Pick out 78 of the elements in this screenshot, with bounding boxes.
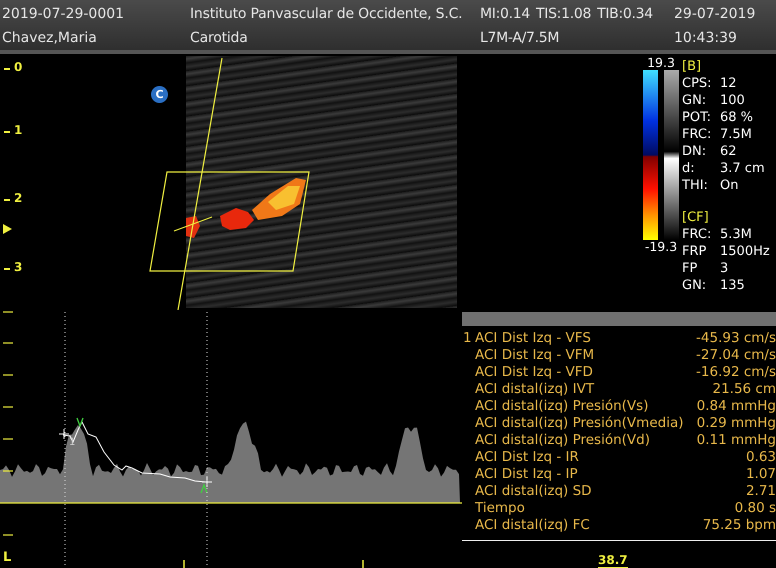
mode-badge: C [151,86,168,103]
parameter-label: d: [682,160,696,177]
measurement-label: ACI distal(izq) Presión(Vmedia) [475,414,684,432]
measurement-label: ACI distal(izq) Presión(Vs) [475,398,648,415]
measurement-value: 0.80 s [734,500,776,517]
measurement-value: 2.71 [746,482,776,500]
depth-tick [4,199,10,201]
section-title: [CF] [682,209,710,226]
measurement-label: ACI Dist Izq - IR [475,448,579,466]
measurement-label: ACI Dist Izq - VFS [475,330,591,347]
probe-name: L7M-A/7.5M [480,30,560,46]
sweep-scale-value: 38.7 [598,553,628,568]
measurement-value: -16.92 cm/s [696,364,776,381]
mi-value: MI:0.14 [480,6,530,22]
measurement-value: 21.56 cm [712,380,776,398]
parameter-label: DN: [682,143,708,160]
parameter-value: 5.3M [720,226,752,243]
parameter-value: 3.7 cm [720,160,765,177]
tis-value: TIS:1.08 [536,6,592,22]
focus-marker-icon [3,224,12,234]
measurement-value: -45.93 cm/s [696,330,776,347]
parameter-value: 7.5M [720,126,752,143]
section-title: [B] [682,58,702,75]
measurement-value: 0.84 mmHg [696,398,776,415]
caliper-label: 1 [69,437,76,448]
parameter-value: 3 [720,260,728,277]
tib-value: TIB:0.34 [597,6,653,22]
patient-name: Chavez,Maria [2,30,98,46]
depth-label: 3 [14,260,22,274]
measurement-label: ACI Dist Izq - VFD [475,364,593,381]
scale-max-value: 19.3 [647,56,675,70]
measurement-value: 1.07 [746,466,776,483]
scale-min-value: -19.3 [644,240,678,254]
depth-tick [4,131,10,133]
parameter-label: CPS: [682,75,713,92]
parameter-value: 1500Hz [720,243,770,260]
measurement-value: 75.25 bpm [702,516,776,534]
measurement-index: 1 [462,330,473,347]
measurement-value: 0.11 mmHg [696,432,776,449]
parameter-label: GN: [682,277,708,294]
exam-type: Carotida [190,30,249,46]
measurement-value: -27.04 cm/s [696,346,776,364]
exam-date: 29-07-2019 [674,6,756,22]
parameter-label: FRP [682,243,708,260]
parameter-label: GN: [682,92,708,109]
measurement-label: Tiempo [475,500,525,517]
depth-tick [4,68,10,70]
parameter-value: 68 % [720,109,754,126]
measurement-label: ACI Dist Izq - VFM [475,346,594,364]
parameter-label: FP [682,260,698,277]
parameter-label: FRC: [682,226,712,243]
institution-name: Instituto Panvascular de Occidente, S.C. [190,6,464,22]
parameter-value: 135 [720,277,745,294]
peak-marker-icon [76,418,84,428]
measurement-label: ACI distal(izq) Presión(Vd) [475,432,650,449]
parameter-value: 100 [720,92,745,109]
measurement-value: 0.63 [746,448,776,466]
exam-time: 10:43:39 [674,30,738,46]
depth-label: 2 [14,191,22,205]
caliper-cross-icon [202,476,212,488]
measurement-label: ACI distal(izq) IVT [475,380,594,398]
parameter-label: FRC: [682,126,712,143]
end-diastole-marker-icon [200,483,208,494]
measurement-label: ACI distal(izq) SD [475,482,592,500]
depth-label: 1 [14,123,22,137]
patient-id: 2019-07-29-0001 [2,6,126,22]
caliper-cross-icon [58,428,70,440]
measurement-value: 0.29 mmHg [696,414,776,432]
parameter-label: THI: [682,177,709,194]
parameter-value: On [720,177,738,194]
measurement-label: ACI distal(izq) FC [475,516,590,534]
parameter-value: 62 [720,143,737,160]
depth-label: 0 [14,60,22,74]
baseline-label: L [3,550,12,565]
parameter-value: 12 [720,75,737,92]
measurement-label: ACI Dist Izq - IP [475,466,578,483]
parameter-label: POT: [682,109,712,126]
depth-tick [4,268,10,270]
